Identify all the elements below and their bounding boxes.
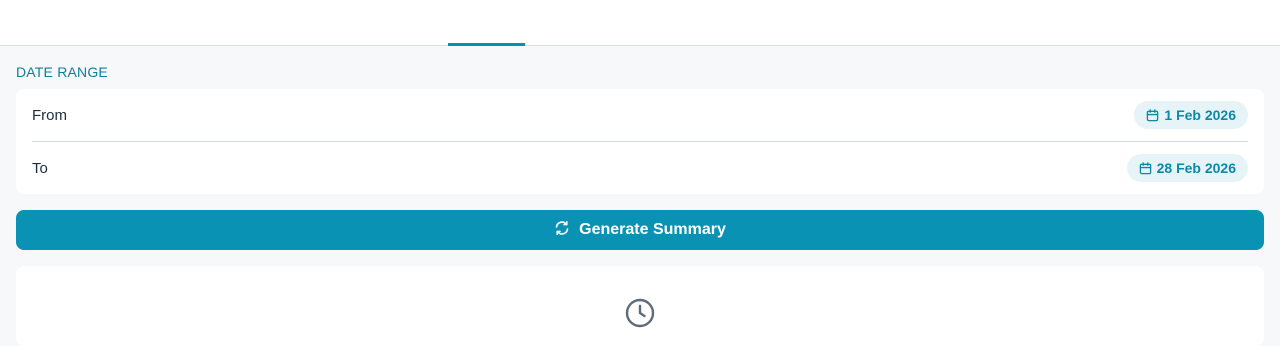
active-tab-indicator bbox=[448, 43, 525, 46]
calendar-icon bbox=[1146, 108, 1159, 122]
from-date-picker[interactable]: 1 Feb 2026 bbox=[1134, 101, 1248, 129]
to-date-row[interactable]: To 28 Feb 2026 bbox=[16, 142, 1264, 194]
summary-result-card bbox=[16, 266, 1264, 346]
generate-summary-button[interactable]: Generate Summary bbox=[16, 210, 1264, 250]
clock-icon bbox=[624, 297, 656, 329]
from-date-value: 1 Feb 2026 bbox=[1164, 107, 1236, 123]
from-date-row[interactable]: From 1 Feb 2026 bbox=[16, 89, 1264, 141]
to-date-picker[interactable]: 28 Feb 2026 bbox=[1126, 154, 1248, 182]
calendar-icon bbox=[1139, 161, 1152, 175]
date-range-heading: DATE RANGE bbox=[16, 64, 108, 80]
top-tab-bar bbox=[0, 0, 1280, 46]
refresh-icon bbox=[554, 220, 570, 241]
to-label: To bbox=[32, 159, 48, 177]
from-label: From bbox=[32, 106, 67, 124]
to-date-value: 28 Feb 2026 bbox=[1156, 160, 1236, 176]
date-range-card: From 1 Feb 2026 To 28 Feb 2026 bbox=[16, 89, 1264, 194]
generate-summary-label: Generate Summary bbox=[579, 221, 726, 238]
